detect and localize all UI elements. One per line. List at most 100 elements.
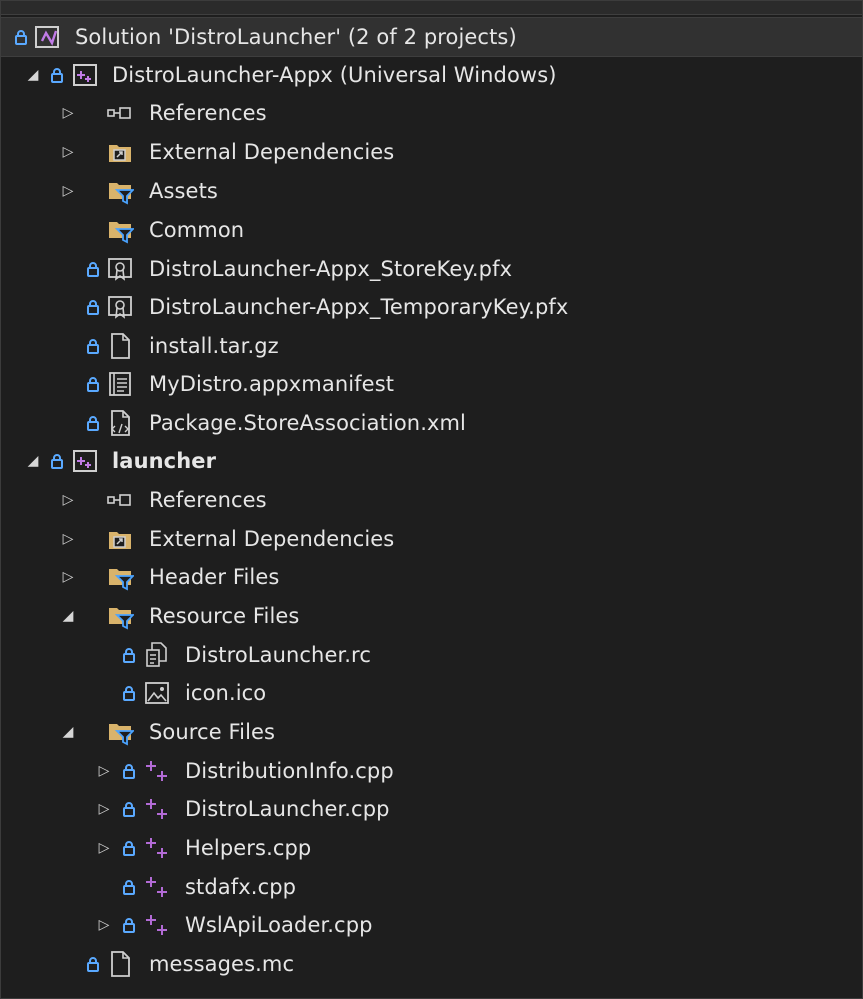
tree-row-source-files[interactable]: ◢ Source Files bbox=[1, 713, 862, 751]
cpp-file-icon bbox=[146, 799, 167, 819]
tree-row-references[interactable]: ▷ References bbox=[1, 94, 862, 132]
resource-files-label: Resource Files bbox=[149, 604, 300, 628]
collapsed-caret-icon[interactable]: ▷ bbox=[58, 103, 78, 123]
lock-icon bbox=[123, 918, 135, 933]
references-label: References bbox=[149, 101, 267, 125]
storeassociation-label: Package.StoreAssociation.xml bbox=[149, 411, 466, 435]
collapsed-caret-icon[interactable]: ▷ bbox=[58, 142, 78, 162]
lock-icon bbox=[51, 68, 63, 83]
tree-row-messages-mc[interactable]: messages.mc bbox=[1, 945, 862, 983]
lock-icon bbox=[87, 957, 99, 972]
messages-label: messages.mc bbox=[149, 952, 295, 976]
expanded-caret-icon[interactable]: ◢ bbox=[58, 722, 78, 742]
tree-row-helpers-cpp[interactable]: ▷ Helpers.cpp bbox=[1, 829, 862, 867]
tree-row-storeassociation-xml[interactable]: Package.StoreAssociation.xml bbox=[1, 404, 862, 442]
cpp-file-label: DistributionInfo.cpp bbox=[185, 759, 394, 783]
manifest-icon bbox=[109, 372, 131, 396]
cpp-file-icon bbox=[146, 761, 167, 781]
collapsed-caret-icon[interactable]: ▷ bbox=[58, 181, 78, 201]
lock-icon bbox=[87, 416, 99, 431]
tree-row-references[interactable]: ▷ References bbox=[1, 481, 862, 519]
common-label: Common bbox=[149, 218, 245, 242]
tree-row-project-appx[interactable]: ◢ DistroLauncher-Appx (Universal Windows… bbox=[1, 56, 862, 94]
file-icon bbox=[111, 333, 130, 359]
lock-icon bbox=[123, 802, 135, 817]
collapsed-caret-icon[interactable]: ▷ bbox=[94, 761, 114, 781]
certificate-icon bbox=[108, 258, 132, 281]
lock-icon bbox=[51, 454, 63, 469]
toolbar-strip bbox=[1, 1, 862, 15]
project-label: DistroLauncher-Appx (Universal Windows) bbox=[112, 63, 557, 87]
resource-file-icon bbox=[146, 642, 167, 667]
collapsed-caret-icon[interactable]: ▷ bbox=[58, 529, 78, 549]
ico-file-label: icon.ico bbox=[185, 681, 267, 705]
filter-folder-icon bbox=[109, 569, 134, 591]
filter-folder-icon bbox=[109, 222, 134, 244]
tree-row-header-files[interactable]: ▷ Header Files bbox=[1, 558, 862, 596]
xml-file-icon bbox=[111, 410, 130, 436]
tree-row-common[interactable]: Common bbox=[1, 211, 862, 249]
tree-row-temporarykey-pfx[interactable]: DistroLauncher-Appx_TemporaryKey.pfx bbox=[1, 288, 862, 326]
cpp-file-label: Helpers.cpp bbox=[185, 836, 312, 860]
tree-row-distrolauncher-cpp[interactable]: ▷ DistroLauncher.cpp bbox=[1, 790, 862, 828]
references-label: References bbox=[149, 488, 267, 512]
references-icon bbox=[107, 494, 131, 506]
external-dependencies-label: External Dependencies bbox=[149, 527, 395, 551]
tree-row-assets[interactable]: ▷ Assets bbox=[1, 172, 862, 210]
lock-icon bbox=[123, 648, 135, 663]
collapsed-caret-icon[interactable]: ▷ bbox=[94, 838, 114, 858]
lock-icon bbox=[15, 30, 27, 45]
collapsed-caret-icon[interactable]: ▷ bbox=[94, 799, 114, 819]
tree-row-wslapiloader-cpp[interactable]: ▷ WslApiLoader.cpp bbox=[1, 906, 862, 944]
project-label: launcher bbox=[112, 449, 217, 473]
header-files-label: Header Files bbox=[149, 565, 280, 589]
references-icon bbox=[107, 107, 131, 119]
tree-row-solution[interactable]: Solution 'DistroLauncher' (2 of 2 projec… bbox=[0, 17, 863, 57]
tree-row-project-launcher[interactable]: ◢ launcher bbox=[1, 442, 862, 480]
lock-icon bbox=[87, 262, 99, 277]
solution-explorer-panel: Solution 'DistroLauncher' (2 of 2 projec… bbox=[0, 0, 863, 999]
tree-row-install-tar-gz[interactable]: install.tar.gz bbox=[1, 327, 862, 365]
lock-icon bbox=[123, 880, 135, 895]
external-dependencies-label: External Dependencies bbox=[149, 140, 395, 164]
lock-icon bbox=[87, 300, 99, 315]
cpp-file-label: DistroLauncher.cpp bbox=[185, 797, 390, 821]
cpp-file-icon bbox=[146, 915, 167, 935]
expanded-caret-icon[interactable]: ◢ bbox=[23, 65, 43, 85]
filter-folder-icon bbox=[109, 724, 134, 746]
cpp-file-label: WslApiLoader.cpp bbox=[185, 913, 373, 937]
project-icon bbox=[73, 450, 97, 472]
external-dependencies-icon bbox=[109, 145, 131, 162]
tree-row-stdafx-cpp[interactable]: stdafx.cpp bbox=[1, 868, 862, 906]
source-files-label: Source Files bbox=[149, 720, 276, 744]
lock-icon bbox=[123, 686, 135, 701]
storekey-label: DistroLauncher-Appx_StoreKey.pfx bbox=[149, 257, 513, 281]
assets-label: Assets bbox=[149, 179, 218, 203]
tree-row-storekey-pfx[interactable]: DistroLauncher-Appx_StoreKey.pfx bbox=[1, 250, 862, 288]
tree-row-distrolauncher-rc[interactable]: DistroLauncher.rc bbox=[1, 636, 862, 674]
tree-row-appxmanifest[interactable]: MyDistro.appxmanifest bbox=[1, 365, 862, 403]
collapsed-caret-icon[interactable]: ▷ bbox=[58, 490, 78, 510]
collapsed-caret-icon[interactable]: ▷ bbox=[58, 567, 78, 587]
solution-icon bbox=[35, 26, 59, 48]
project-icon bbox=[73, 64, 97, 86]
tree-row-external-dependencies[interactable]: ▷ External Dependencies bbox=[1, 133, 862, 171]
tree-row-resource-files[interactable]: ◢ Resource Files bbox=[1, 597, 862, 635]
temporarykey-label: DistroLauncher-Appx_TemporaryKey.pfx bbox=[149, 295, 569, 319]
solution-label: Solution 'DistroLauncher' (2 of 2 projec… bbox=[75, 25, 517, 49]
certificate-icon bbox=[108, 296, 132, 319]
lock-icon bbox=[123, 764, 135, 779]
tree-row-external-dependencies[interactable]: ▷ External Dependencies bbox=[1, 520, 862, 558]
cpp-file-icon bbox=[146, 877, 167, 897]
lock-icon bbox=[123, 841, 135, 856]
cpp-file-icon bbox=[146, 838, 167, 858]
collapsed-caret-icon[interactable]: ▷ bbox=[94, 915, 114, 935]
expanded-caret-icon[interactable]: ◢ bbox=[23, 451, 43, 471]
tree-row-icon-ico[interactable]: icon.ico bbox=[1, 674, 862, 712]
tree-row-distributioninfo-cpp[interactable]: ▷ DistributionInfo.cpp bbox=[1, 752, 862, 790]
expanded-caret-icon[interactable]: ◢ bbox=[58, 606, 78, 626]
appxmanifest-label: MyDistro.appxmanifest bbox=[149, 372, 395, 396]
rc-file-label: DistroLauncher.rc bbox=[185, 643, 371, 667]
filter-folder-icon bbox=[109, 183, 134, 205]
image-file-icon bbox=[145, 682, 169, 704]
